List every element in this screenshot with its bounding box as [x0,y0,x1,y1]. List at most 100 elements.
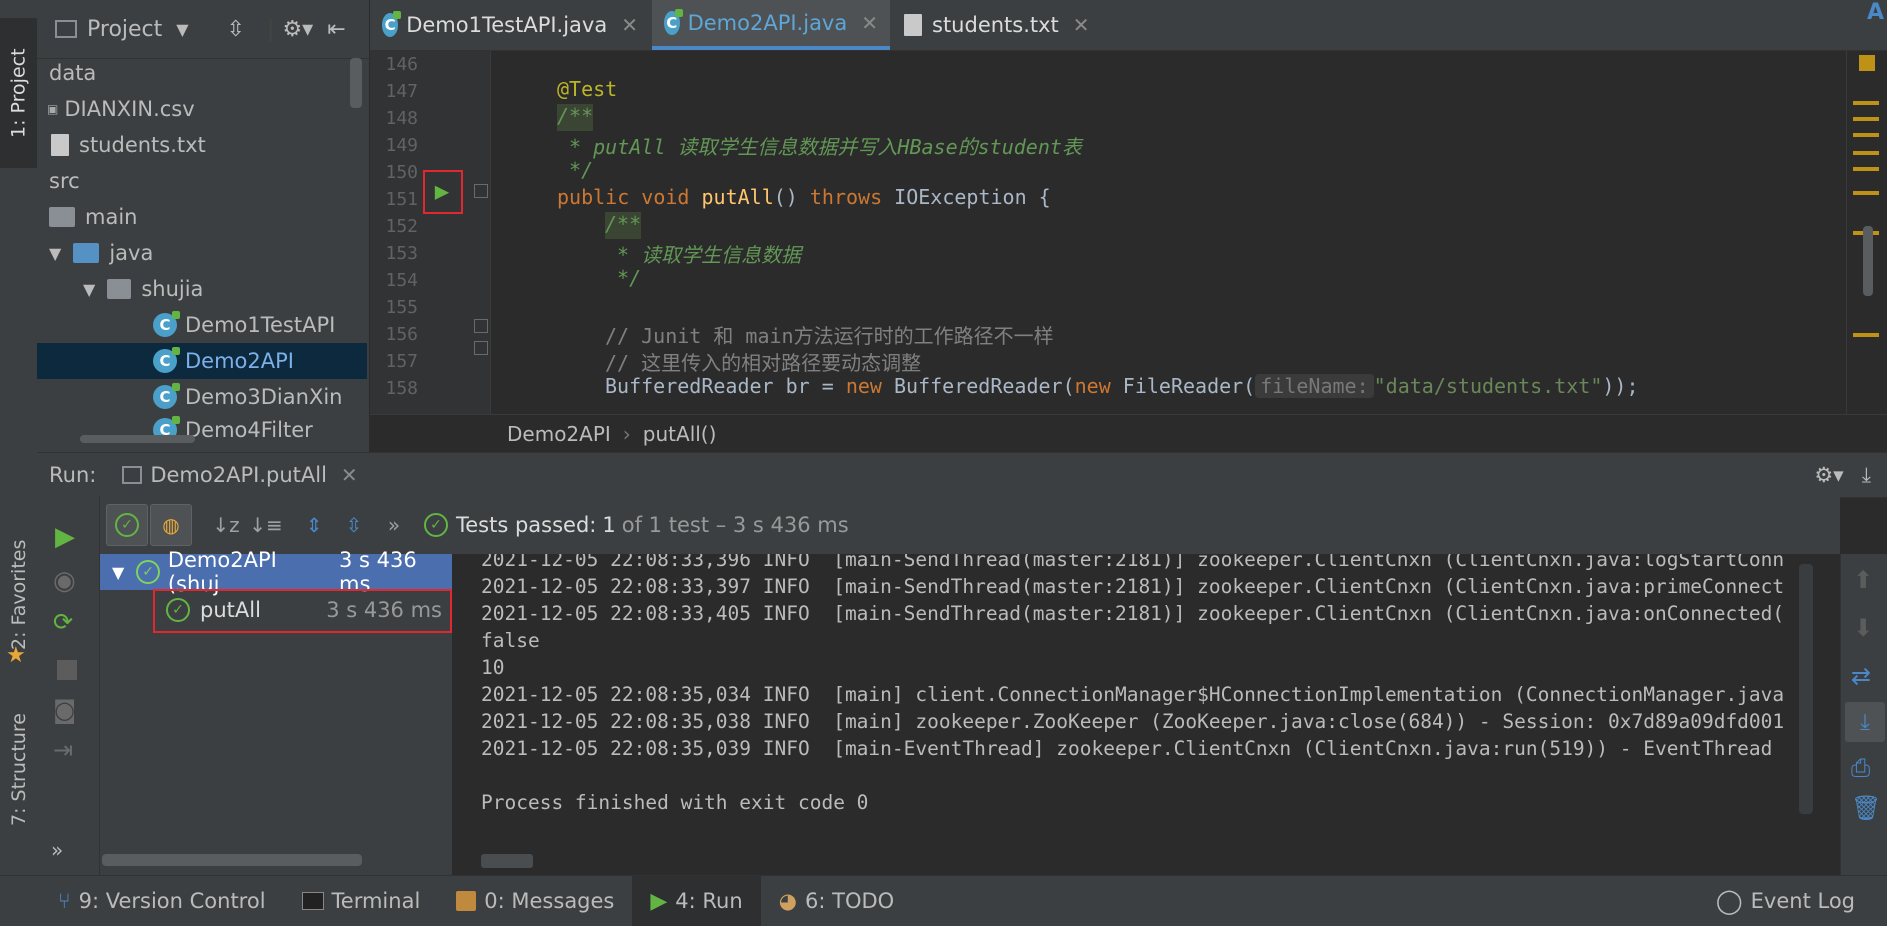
close-icon[interactable]: ✕ [621,13,638,37]
tool-tab-messages[interactable]: 0: Messages [438,876,632,926]
tests-status-label: Tests passed: [456,513,597,537]
tool-tab-project[interactable]: 1: Project [0,18,37,168]
console-output[interactable]: 2021-12-05 22:08:33,396 INFO [main-SendT… [453,554,1840,875]
tree-item-demo3dianxin[interactable]: C Demo3DianXin [37,379,367,415]
gear-icon[interactable]: ⚙▾ [1814,463,1843,487]
tool-tab-event-log[interactable]: ◯ Event Log [1698,876,1873,926]
tool-tab-run[interactable]: ▶ 4: Run [632,876,761,926]
highlight-box [423,170,463,214]
tree-item-label: data [49,61,97,85]
rerun-failed-icon[interactable]: ◉ [53,566,76,596]
breadcrumb-method[interactable]: putAll() [643,422,717,446]
fold-icon[interactable] [474,341,488,355]
chevron-down-icon[interactable]: ▼ [49,244,61,263]
project-panel-title[interactable]: Project [87,17,162,42]
test-tree-root[interactable]: ▼ ✓ Demo2API (shuj 3 s 436 ms [100,548,452,596]
rerun-icon[interactable]: ▶ [55,522,75,552]
warning-mark[interactable] [1853,117,1879,121]
warning-mark[interactable] [1853,151,1879,155]
chevron-down-icon[interactable]: ▼ [83,280,95,299]
tree-item-demo1testapi[interactable]: C Demo1TestAPI [37,307,367,343]
show-passed-button[interactable]: ✓ [106,504,148,546]
tool-tab-terminal[interactable]: Terminal [284,876,439,926]
tool-tab-structure[interactable]: 7: Structure [4,700,34,840]
line-number: 149 [385,135,418,156]
expand-all-icon[interactable]: ⇕ [294,505,334,545]
soft-wrap-icon[interactable]: ⇄ [1851,662,1871,690]
stop-icon[interactable] [57,660,77,680]
chevron-down-icon[interactable]: ▼ [176,20,188,39]
tree-item-label: src [49,169,80,193]
tree-item-java[interactable]: ▼ java [37,235,367,271]
vertical-scrollbar[interactable] [350,58,362,108]
bottom-tool-bar: ⑂ 9: Version Control Terminal 0: Messages… [0,875,1887,926]
tree-item-students-txt[interactable]: students.txt [37,127,367,163]
tab-demo2api[interactable]: C Demo2API.java ✕ [652,0,890,50]
horizontal-scrollbar[interactable] [102,854,362,866]
collapse-all-icon[interactable]: ⇳ [227,17,245,42]
tree-item-label: Demo2API [185,349,294,373]
tab-demo1testapi[interactable]: C Demo1TestAPI.java ✕ [370,0,650,50]
close-icon[interactable]: ✕ [341,463,358,487]
tree-item-data[interactable]: data [37,55,367,91]
more-icon[interactable]: » [51,838,63,862]
horizontal-scrollbar[interactable] [80,435,195,443]
hide-panel-icon[interactable]: ⤓ [1862,463,1871,488]
trash-icon[interactable]: 🗑 [1851,794,1881,822]
print-icon[interactable]: ⎙ [1851,754,1870,782]
warning-mark[interactable] [1853,133,1879,137]
editor-tab-bar: C Demo1TestAPI.java ✕ C Demo2API.java ✕ … [370,0,1887,51]
arrow-up-icon[interactable]: ⬆ [1853,566,1873,594]
toggle-auto-test-icon[interactable]: ⟳ [53,608,73,636]
console-line: false [481,629,540,652]
collapse-all-icon[interactable]: ⇳ [334,505,374,545]
tab-students-txt[interactable]: students.txt ✕ [892,0,1114,50]
warning-mark[interactable] [1853,191,1879,195]
code-line-149: * putAll 读取学生信息数据并写入HBase的student表 [557,135,1082,159]
show-ignored-button[interactable]: ◍ [150,504,192,546]
code-editor[interactable]: @Test /** * putAll 读取学生信息数据并写入HBase的stud… [491,51,1846,414]
arrow-down-icon[interactable]: ⬇ [1853,614,1873,642]
tool-tab-project-label: 1: Project [7,48,30,138]
scroll-to-end-icon[interactable]: ⤓ [1845,702,1885,742]
fold-icon[interactable] [474,184,488,198]
tool-tab-label: 4: Run [675,889,743,913]
horizontal-scrollbar[interactable] [481,854,533,868]
error-stripe[interactable] [1846,51,1887,414]
tree-item-dianxin-csv[interactable]: ▣ DIANXIN.csv [37,91,367,127]
code-line-152: /** [605,212,642,239]
tool-tab-favorites-label: 2: Favorites [8,539,30,651]
tree-item-main[interactable]: main [37,199,367,235]
exit-icon[interactable]: ⇥ [53,736,73,764]
breadcrumb-class[interactable]: Demo2API [507,422,611,446]
tree-item-demo2api[interactable]: C Demo2API [37,343,367,379]
gear-icon[interactable]: ⚙▾ [282,17,313,42]
warning-mark[interactable] [1853,101,1879,105]
close-icon[interactable]: ✕ [1073,13,1090,37]
tool-tab-version-control[interactable]: ⑂ 9: Version Control [40,876,284,926]
more-icon[interactable]: » [374,505,414,545]
vertical-scrollbar[interactable] [1799,564,1813,814]
fold-icon[interactable] [474,319,488,333]
console-line: 2021-12-05 22:08:33,397 INFO [main-SendT… [481,575,1785,598]
warning-indicator-icon[interactable] [1859,55,1875,71]
code-line-158: BufferedReader br = new BufferedReader(n… [605,374,1639,401]
sort-alphabetically-icon[interactable]: ↓z [206,505,246,545]
tool-tab-label: Terminal [331,889,421,913]
run-tab-label[interactable]: Demo2API.putAll [150,463,327,487]
tree-item-src[interactable]: src [37,163,367,199]
tree-item-shujia[interactable]: ▼ shujia [37,271,367,307]
tool-tab-todo[interactable]: ◕ 6: TODO [761,876,913,926]
sort-by-duration-icon[interactable]: ↓≡ [246,505,286,545]
warning-mark[interactable] [1853,167,1879,171]
editor-side-tab[interactable]: A [1867,0,1887,50]
hide-panel-icon[interactable]: ⇤ [327,17,345,42]
toolbar-divider: | [267,16,275,42]
chevron-down-icon[interactable]: ▼ [112,563,124,582]
line-number: 151 [385,189,418,210]
code-line-157: // 这里传入的相对路径要动态调整 [605,351,922,375]
editor-scrollbar-thumb[interactable] [1863,226,1873,296]
close-icon[interactable]: ✕ [861,11,878,35]
warning-mark[interactable] [1853,333,1879,337]
camera-icon[interactable]: ◙ [53,696,76,724]
